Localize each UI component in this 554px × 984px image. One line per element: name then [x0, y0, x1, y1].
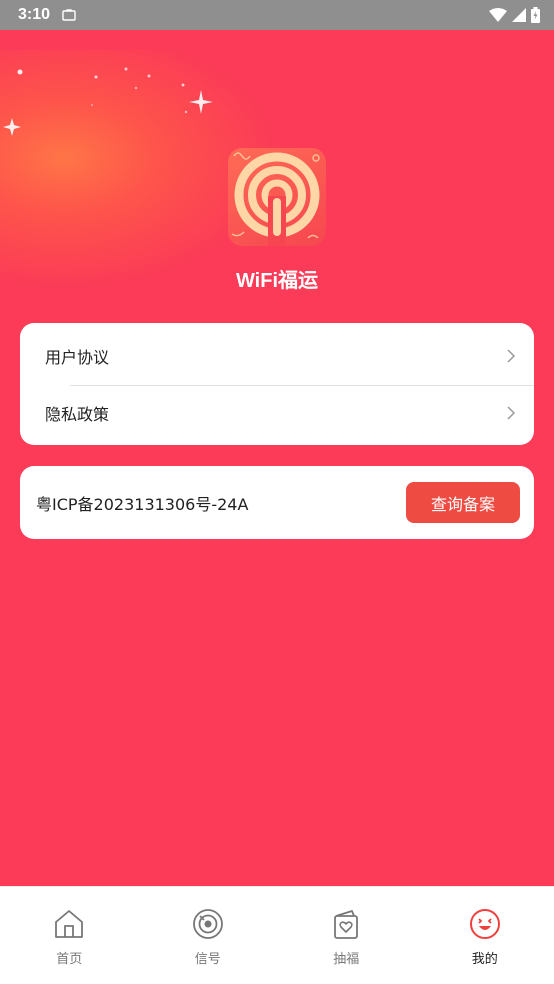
icp-card: 粤ICP备2023131306号-24A 查询备案 — [20, 466, 534, 539]
settings-menu-card: 用户协议 隐私政策 — [20, 323, 534, 445]
tab-label: 我的 — [471, 952, 498, 967]
signal-icon — [512, 8, 526, 22]
tab-label: 抽福 — [333, 952, 360, 967]
chevron-right-icon — [507, 349, 516, 363]
app-name: WiFi福运 — [235, 270, 319, 292]
app-logo — [228, 148, 326, 246]
query-filing-button[interactable]: 查询备案 — [406, 482, 520, 523]
tab-home[interactable]: 首页 — [0, 887, 139, 984]
smiley-icon — [469, 909, 500, 939]
profile-page: WiFi福运 用户协议 隐私政策 粤ICP备2023131306号-24A 查询… — [0, 30, 554, 886]
tab-signal[interactable]: 信号 — [139, 887, 278, 984]
battery-icon — [531, 7, 540, 23]
tab-label: 信号 — [194, 952, 221, 967]
home-icon — [55, 910, 84, 938]
menu-item-user-agreement[interactable]: 用户协议 — [20, 328, 534, 384]
menu-item-label: 隐私政策 — [45, 405, 110, 424]
tab-mine[interactable]: 我的 — [416, 887, 554, 984]
status-time: 3:10 — [18, 6, 51, 23]
status-bar: 3:10 — [0, 0, 554, 30]
menu-item-privacy-policy[interactable]: 隐私政策 — [20, 385, 534, 441]
wifi-icon — [489, 8, 507, 22]
sparkles-decoration — [3, 67, 213, 136]
bottom-tab-bar: 首页 信号 抽福 我的 — [0, 886, 554, 984]
signal-dial-icon — [192, 909, 223, 939]
icp-number: 粤ICP备2023131306号-24A — [36, 494, 249, 514]
lucky-card-icon — [334, 910, 359, 939]
tab-lucky-draw[interactable]: 抽福 — [277, 887, 416, 984]
notification-icon — [62, 9, 76, 21]
chevron-right-icon — [507, 406, 516, 420]
tab-label: 首页 — [56, 952, 83, 967]
wifi-broadcast-icon — [231, 152, 320, 246]
menu-item-label: 用户协议 — [45, 348, 110, 367]
